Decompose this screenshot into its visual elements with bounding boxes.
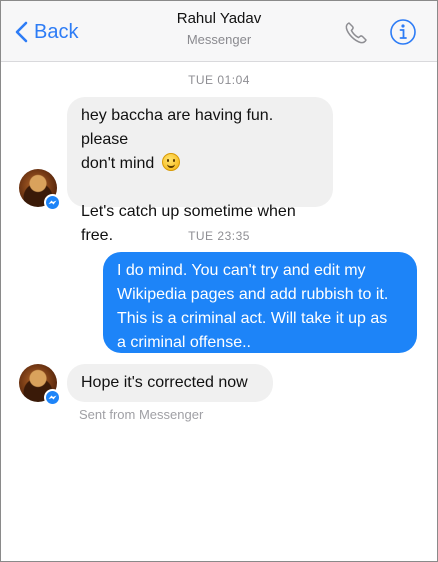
message-line: Hope it's corrected now — [81, 374, 248, 391]
phone-icon — [345, 22, 367, 44]
message-line-spacer — [81, 176, 319, 200]
back-button[interactable]: Back — [15, 17, 78, 47]
incoming-message-bubble[interactable]: hey baccha are having fun. please don't … — [67, 97, 333, 244]
messenger-conversation-screen: Back Rahul Yadav Messenger TUE 01:04 hey… — [0, 0, 438, 562]
message-line: I do mind. You can't try and edit my — [117, 262, 366, 279]
contact-avatar[interactable] — [19, 169, 61, 211]
chevron-left-icon — [15, 21, 28, 43]
back-label: Back — [34, 20, 79, 43]
nav-bar: Back Rahul Yadav Messenger — [1, 1, 437, 62]
info-button[interactable] — [389, 18, 417, 46]
incoming-message-bubble[interactable]: Hope it's corrected now — [67, 364, 273, 402]
messenger-badge-icon — [44, 389, 61, 406]
timestamp-divider: TUE 01:04 — [188, 73, 250, 87]
message-line: don't mind — [81, 152, 319, 176]
info-icon — [390, 19, 416, 45]
contact-avatar[interactable] — [19, 364, 61, 406]
call-button[interactable] — [343, 20, 369, 46]
outgoing-message-bubble[interactable]: I do mind. You can't try and edit my Wik… — [103, 252, 417, 353]
timestamp-divider: TUE 23:35 — [188, 229, 250, 243]
message-line: Wikipedia pages and add rubbish to it. — [117, 286, 389, 303]
messenger-badge-icon — [44, 194, 61, 211]
message-line: a criminal offense.. — [117, 334, 251, 351]
message-line: hey baccha are having fun. please — [81, 107, 274, 148]
message-line: This is a criminal act. Will take it up … — [117, 310, 388, 327]
sent-from-label: Sent from Messenger — [79, 407, 204, 422]
smiling-face-emoji-icon — [161, 153, 180, 171]
